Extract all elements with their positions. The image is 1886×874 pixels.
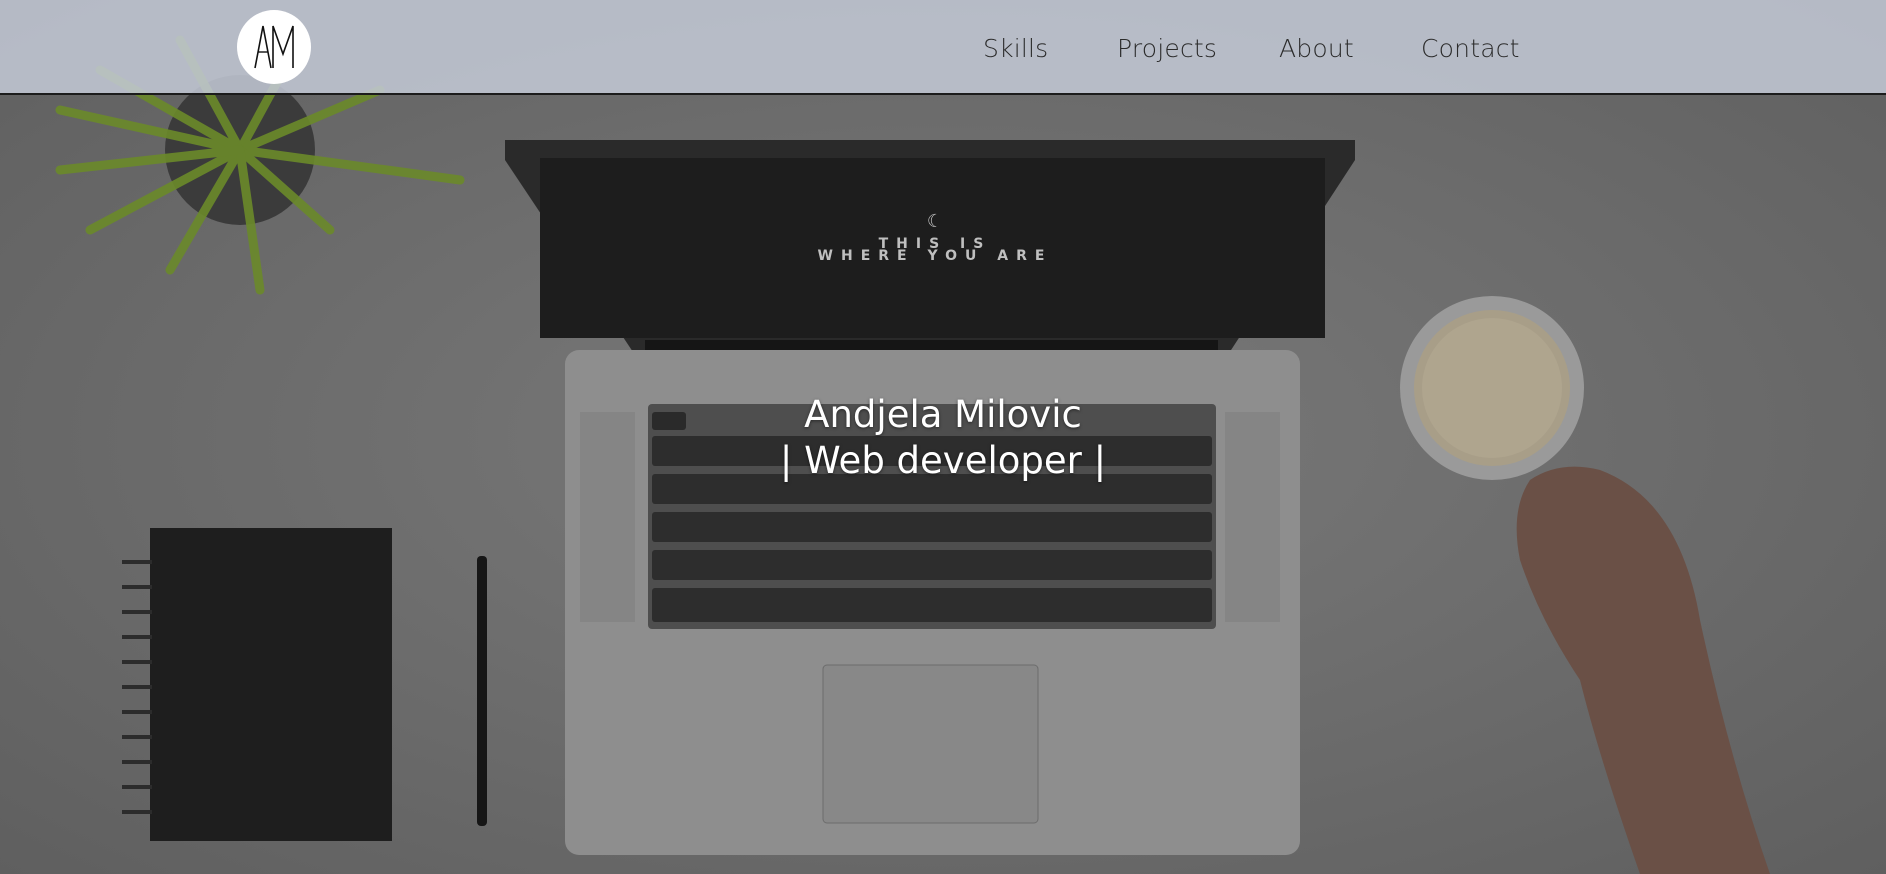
- notebook-image: [122, 528, 392, 841]
- hand-image: [1516, 466, 1770, 874]
- am-monogram-icon: [254, 25, 294, 69]
- site-logo[interactable]: [237, 10, 311, 84]
- screen-text-line2: WHERE YOU ARE: [818, 248, 1053, 264]
- pen-image: [477, 556, 487, 826]
- nav-link-about[interactable]: About: [1279, 34, 1354, 63]
- nav-link-contact[interactable]: Contact: [1421, 34, 1520, 63]
- laptop-image: THIS IS WHERE YOU ARE ☾: [505, 140, 1355, 855]
- nav-link-projects[interactable]: Projects: [1117, 34, 1217, 63]
- top-navigation-bar: Skills Projects About Contact: [0, 0, 1886, 95]
- moon-icon: ☾: [927, 211, 943, 232]
- hero-headline: Andjela Milovic | Web developer |: [0, 392, 1886, 484]
- hero-name: Andjela Milovic: [804, 393, 1082, 436]
- nav-link-skills[interactable]: Skills: [983, 34, 1048, 63]
- hero-tagline: | Web developer |: [779, 439, 1107, 482]
